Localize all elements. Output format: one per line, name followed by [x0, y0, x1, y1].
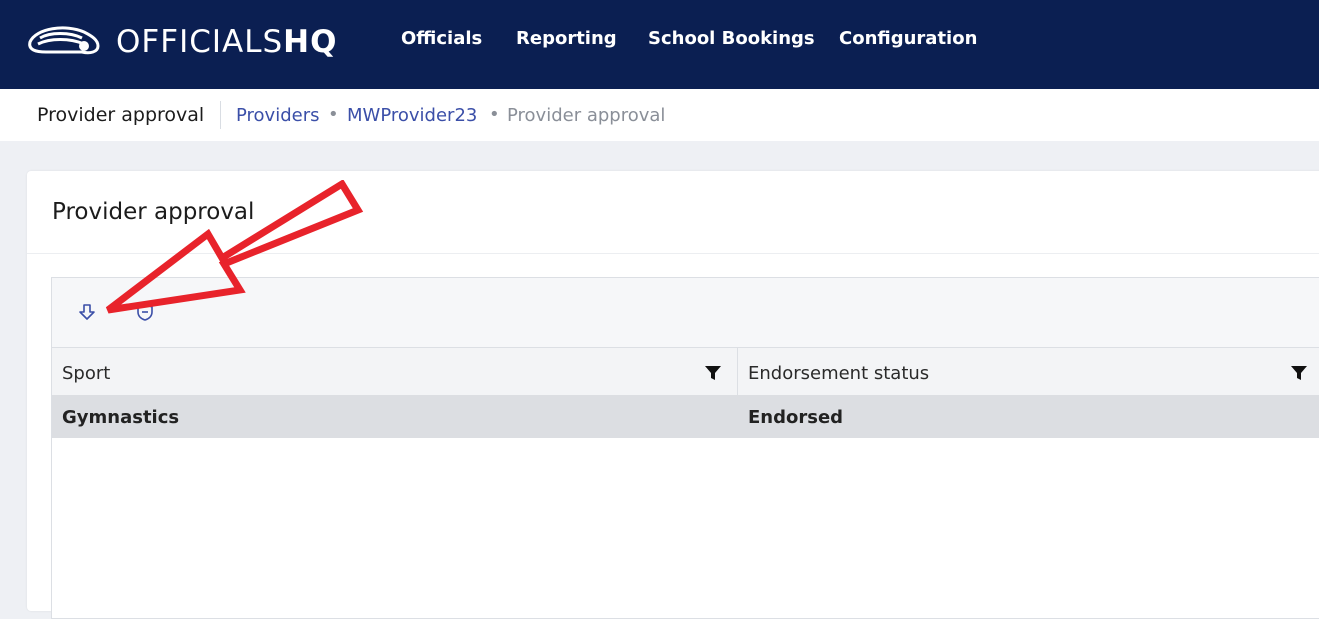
column-label: Endorsement status	[748, 363, 930, 384]
page-title: Provider approval	[37, 104, 205, 126]
cell-sport: Gymnastics	[62, 407, 180, 428]
breadcrumb-divider	[220, 101, 221, 129]
logo-text-bold: HQ	[283, 24, 338, 60]
breadcrumb-separator: •	[489, 104, 500, 125]
cell-endorsement-status: Endorsed	[748, 407, 844, 428]
logo-mark-icon	[28, 26, 100, 55]
nav-reporting[interactable]: Reporting	[516, 28, 617, 49]
download-icon[interactable]	[77, 302, 97, 322]
column-label: Sport	[62, 363, 111, 384]
nav-officials[interactable]: Officials	[401, 28, 482, 49]
nav-configuration[interactable]: Configuration	[839, 28, 977, 49]
breadcrumb-separator: •	[328, 104, 339, 125]
top-navbar: OFFICIALSHQ Officials Reporting School B…	[0, 0, 1319, 89]
breadcrumb-provider-name[interactable]: MWProvider23	[347, 105, 477, 126]
breadcrumb-bar: Provider approval Providers • MWProvider…	[0, 89, 1319, 141]
table-row[interactable]: Gymnastics Endorsed	[52, 395, 1319, 438]
filter-icon[interactable]	[1290, 364, 1308, 382]
breadcrumb-providers[interactable]: Providers	[236, 105, 320, 126]
filter-icon[interactable]	[704, 364, 722, 382]
logo-text-light: OFFICIALS	[116, 24, 284, 60]
grid-toolbar	[52, 278, 1319, 348]
nav-school-bookings[interactable]: School Bookings	[648, 28, 815, 49]
provider-approval-card: Provider approval Sport Endorsement stat…	[27, 171, 1319, 619]
column-header-endorsement-status[interactable]: Endorsement status	[738, 348, 1319, 395]
grid-header-row: Sport Endorsement status	[52, 348, 1319, 395]
data-grid: Sport Endorsement status Gymnastics Endo…	[51, 277, 1319, 619]
shield-icon[interactable]	[135, 302, 155, 322]
card-divider	[27, 253, 1319, 254]
column-header-sport[interactable]: Sport	[52, 348, 737, 395]
logo-text: OFFICIALSHQ	[116, 24, 337, 60]
officialshq-logo[interactable]: OFFICIALSHQ	[26, 20, 336, 64]
breadcrumb-current: Provider approval	[507, 105, 666, 126]
card-title: Provider approval	[52, 199, 255, 225]
